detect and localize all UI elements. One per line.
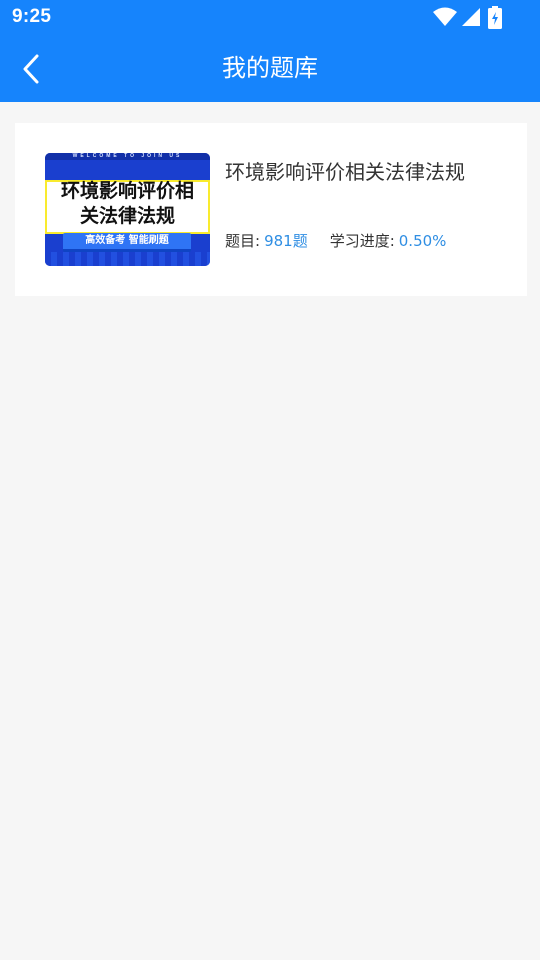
status-bar: 9:25 [0,0,540,36]
question-count-value: 981题 [264,232,308,250]
question-count-label: 题目: [225,232,261,250]
app-header: 9:25 我的题库 [0,0,540,102]
bank-title: 环境影响评价相关法律法规 [225,160,465,184]
question-bank-card[interactable]: WELCOME TO JOIN US 环境影响评价相 关法律法规 高效备考 智能… [15,123,527,296]
toolbar: 我的题库 [0,36,540,102]
cover-title-line1: 环境影响评价相 [60,180,194,202]
cover-stripes [45,252,210,266]
bank-meta: 题目: 981题 学习进度: 0.50% [225,231,446,251]
bank-cover-image: WELCOME TO JOIN US 环境影响评价相 关法律法规 高效备考 智能… [45,153,210,266]
signal-icon [462,8,480,26]
battery-charging-icon [488,6,502,29]
cover-ribbon: 高效备考 智能刷题 [63,233,191,252]
progress-label: 学习进度: [329,232,395,250]
page-title: 我的题库 [222,54,318,82]
status-time: 9:25 [12,6,52,27]
progress-value: 0.50% [398,232,447,250]
cover-title-line2: 关法律法规 [79,205,175,227]
cover-banner: WELCOME TO JOIN US [45,153,210,160]
wifi-icon [433,7,457,26]
